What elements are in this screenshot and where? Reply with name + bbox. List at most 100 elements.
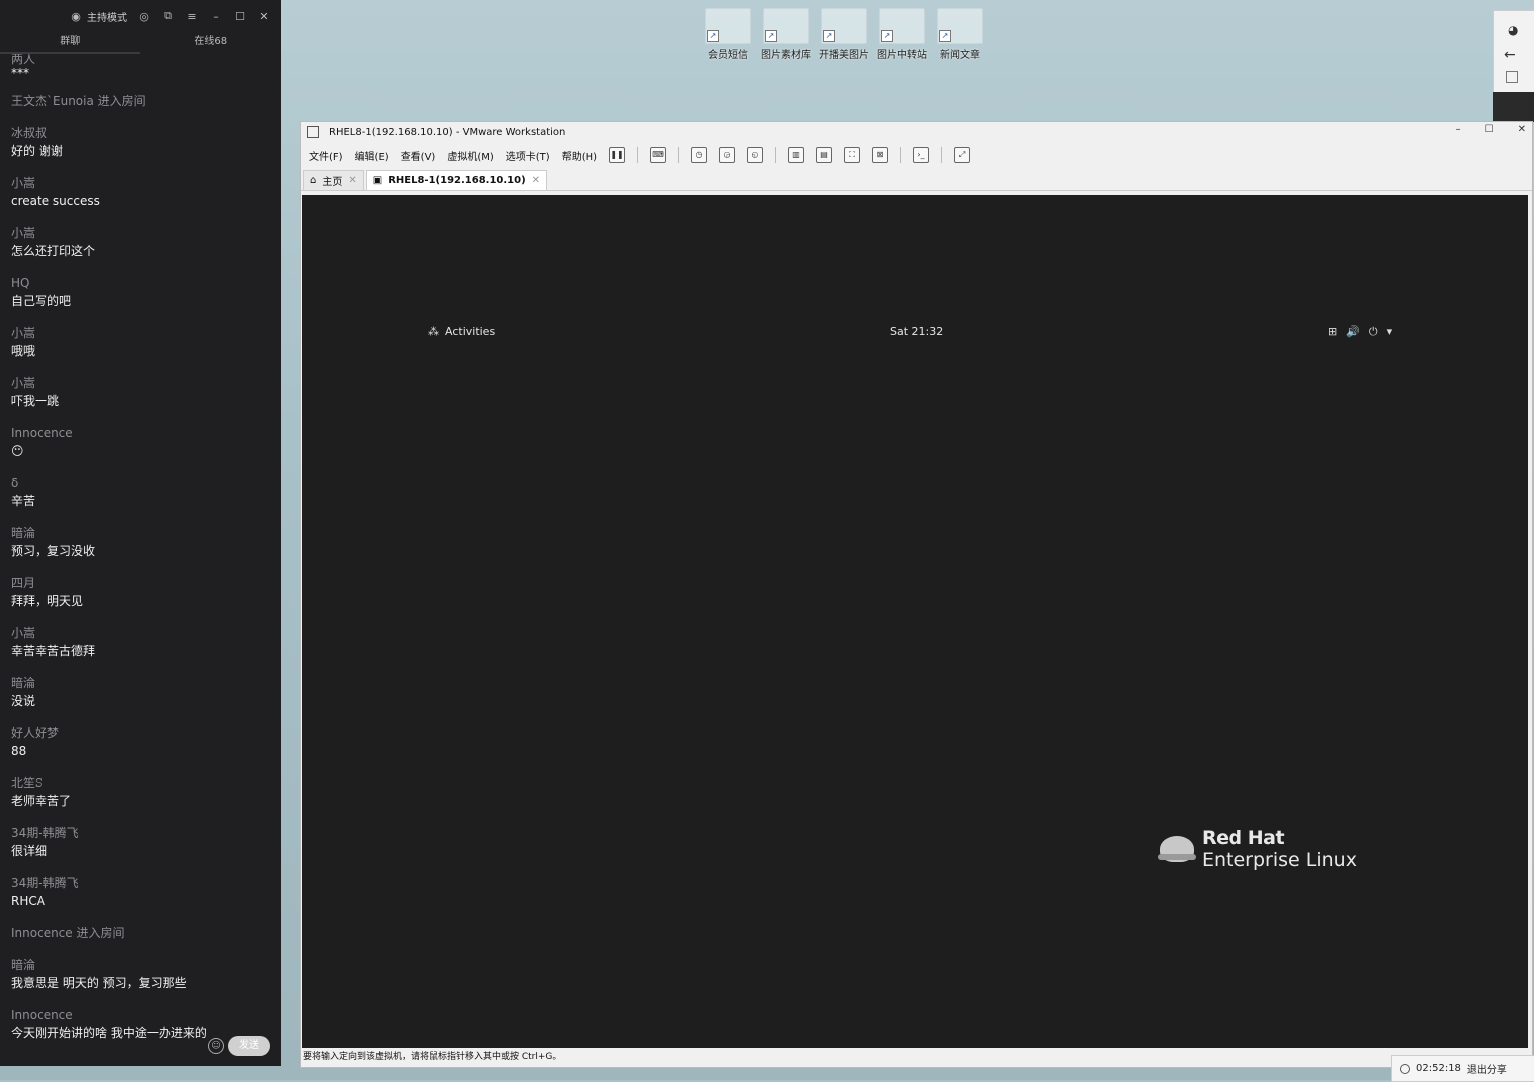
host-mode-toggle[interactable]: ◉ 主持模式 — [69, 9, 127, 24]
clock[interactable]: Sat 21:32 — [890, 325, 943, 338]
chat-message: 小嵩 幸苦幸苦古德拜 — [11, 624, 270, 660]
message-text: *** — [11, 66, 29, 80]
chat-message: 小嵩 哦哦 — [11, 324, 270, 360]
tab-home-label: 主页 — [322, 177, 343, 188]
thumbnail-view-icon[interactable]: ▤ — [816, 147, 833, 163]
minimize-icon[interactable]: – — [1456, 124, 1461, 135]
menu-file[interactable]: 文件(F) — [309, 148, 343, 163]
vmware-window: RHEL8-1(192.168.10.10) - VMware Workstat… — [300, 121, 1533, 1068]
toolbar-separator — [941, 147, 943, 163]
window-controls: – ☐ ✕ — [1456, 124, 1526, 135]
activities-icon: ⁂ — [428, 325, 439, 338]
document-icon — [1506, 71, 1518, 83]
toolbar-separator — [775, 147, 777, 163]
chat-message: HQ 自己写的吧 — [11, 274, 270, 310]
desktop-icon-label: 开播美图片 — [819, 50, 869, 61]
popout-icon[interactable]: ⧉ — [161, 9, 175, 23]
vm-icon: ▣ — [372, 175, 383, 186]
exit-share-button[interactable]: 退出分享 — [1467, 1061, 1507, 1076]
power-pause-icon[interactable]: ❚❚ — [609, 147, 626, 163]
message-text: 怎么还打印这个 — [11, 244, 96, 258]
tab-vm-label: RHEL8-1(192.168.10.10) — [388, 175, 526, 186]
close-icon[interactable]: ✕ — [1518, 124, 1526, 135]
menu-icon[interactable]: ≡ — [185, 10, 199, 23]
message-text: 88 — [11, 744, 27, 758]
close-icon[interactable]: ✕ — [257, 10, 271, 23]
system-message: 王文杰`Eunoia 进入房间 — [11, 92, 270, 110]
library-view-icon[interactable]: ▥ — [788, 147, 805, 163]
message-text: create success — [11, 194, 100, 208]
maximize-icon[interactable]: ☐ — [233, 10, 247, 23]
unity-icon[interactable]: ⊠ — [872, 147, 889, 163]
tab-home[interactable]: ⌂ 主页 ✕ — [303, 170, 364, 190]
message-user: 北笙ꕶ — [11, 776, 43, 790]
desktop-icon[interactable]: ↗ 图片中转站 — [874, 8, 930, 61]
volume-icon: 🔊 — [1346, 325, 1360, 338]
tab-group-chat[interactable]: 群聊 — [0, 32, 141, 54]
status-bar: 要将输入定向到该虚拟机，请将鼠标指针移入其中或按 Ctrl+G。 — [301, 1048, 1532, 1066]
close-tab-icon[interactable]: ✕ — [348, 175, 356, 186]
system-tray[interactable]: ⊞ 🔊 ⏻ ▾ — [1328, 325, 1392, 339]
chat-message: 好人好梦 88 — [11, 724, 270, 760]
shortcut-arrow-icon: ↗ — [881, 30, 893, 42]
snapshot-icon[interactable]: ◷ — [691, 147, 708, 163]
maximize-icon[interactable]: ☐ — [1485, 124, 1494, 135]
desktop-icon[interactable]: ↗ 图片素材库 — [758, 8, 814, 61]
chat-message: 冰叔叔 好的 谢谢 — [11, 124, 270, 160]
message-user: 暗淪 — [11, 526, 36, 540]
menu-vm[interactable]: 虚拟机(M) — [447, 148, 493, 163]
message-user: 四月 — [11, 576, 36, 590]
snapshot-manager-icon[interactable]: ◵ — [747, 147, 764, 163]
message-user: 冰叔叔 — [11, 126, 48, 140]
fullscreen-icon[interactable]: ⛶ — [844, 147, 861, 163]
system-text: 王文杰`Eunoia 进入房间 — [11, 94, 146, 108]
menu-tabs[interactable]: 选项卡(T) — [506, 148, 550, 163]
send-ctrl-alt-del-icon[interactable]: ⌨ — [650, 147, 667, 163]
chat-message: 小嵩 create success — [11, 174, 270, 210]
menu-help[interactable]: 帮助(H) — [562, 148, 597, 163]
send-button[interactable]: 发送 — [228, 1036, 270, 1056]
chat-message: 暗淪 预习，复习没收 — [11, 524, 270, 560]
revert-snapshot-icon[interactable]: ◶ — [719, 147, 736, 163]
chat-message: 两人 *** — [11, 50, 270, 80]
tab-online-users[interactable]: 在线68 — [141, 32, 282, 54]
emoji-icon[interactable]: ☺ — [208, 1038, 224, 1054]
desktop-icon-label: 图片素材库 — [761, 50, 811, 61]
message-user: Innocence — [11, 1008, 73, 1022]
shortcut-arrow-icon: ↗ — [707, 30, 719, 42]
desktop-icon-label: 新闻文章 — [940, 50, 980, 61]
menu-edit[interactable]: 编辑(E) — [355, 148, 389, 163]
chat-message: 小嵩 怎么还打印这个 — [11, 224, 270, 260]
partial-dark-panel — [1493, 92, 1534, 122]
share-timer: 02:52:18 — [1416, 1063, 1461, 1074]
settings-icon[interactable]: ◎ — [137, 10, 151, 23]
message-text: 没说 — [11, 694, 36, 708]
message-user: 34期-韩腾飞 — [11, 826, 79, 840]
system-message: Innocence 进入房间 — [11, 924, 270, 942]
chat-message: 暗淪 我意思是 明天的 预习，复习那些 — [11, 956, 270, 992]
desktop-icon[interactable]: ↗ 会员短信 — [700, 8, 756, 61]
shortcut-arrow-icon: ↗ — [765, 30, 777, 42]
power-icon: ⏻ — [1368, 325, 1378, 338]
close-tab-icon[interactable]: ✕ — [532, 175, 540, 186]
menu-view[interactable]: 查看(V) — [401, 148, 436, 163]
menu-bar: 文件(F) 编辑(E) 查看(V) 虚拟机(M) 选项卡(T) 帮助(H) ❚❚… — [301, 142, 1532, 168]
desktop-icon[interactable]: ↗ 新闻文章 — [932, 8, 988, 61]
vm-console-screen[interactable]: ⁂ Activities Sat 21:32 ⊞ 🔊 ⏻ ▾ Red Hat E… — [302, 195, 1528, 1048]
message-text: 吓我一跳 — [11, 394, 60, 408]
stretch-view-icon[interactable]: ⤢ — [954, 147, 971, 163]
message-text: RHCA — [11, 894, 45, 908]
minimize-icon[interactable]: – — [209, 10, 223, 23]
message-text: 自己写的吧 — [11, 294, 72, 308]
message-user: 小嵩 — [11, 626, 36, 640]
system-text: Innocence 进入房间 — [11, 926, 125, 940]
desktop-icon[interactable]: ↗ 开播美图片 — [816, 8, 872, 61]
shortcut-arrow-icon: ↗ — [823, 30, 835, 42]
tab-vm[interactable]: ▣ RHEL8-1(192.168.10.10) ✕ — [365, 170, 548, 190]
message-user: δ — [11, 476, 19, 490]
console-icon[interactable]: ›_ — [913, 147, 930, 163]
message-text: 幸苦幸苦古德拜 — [11, 644, 96, 658]
activities-button[interactable]: ⁂ Activities — [428, 325, 495, 338]
message-user: 小嵩 — [11, 226, 36, 240]
back-arrow-icon[interactable]: ← — [1504, 47, 1516, 63]
